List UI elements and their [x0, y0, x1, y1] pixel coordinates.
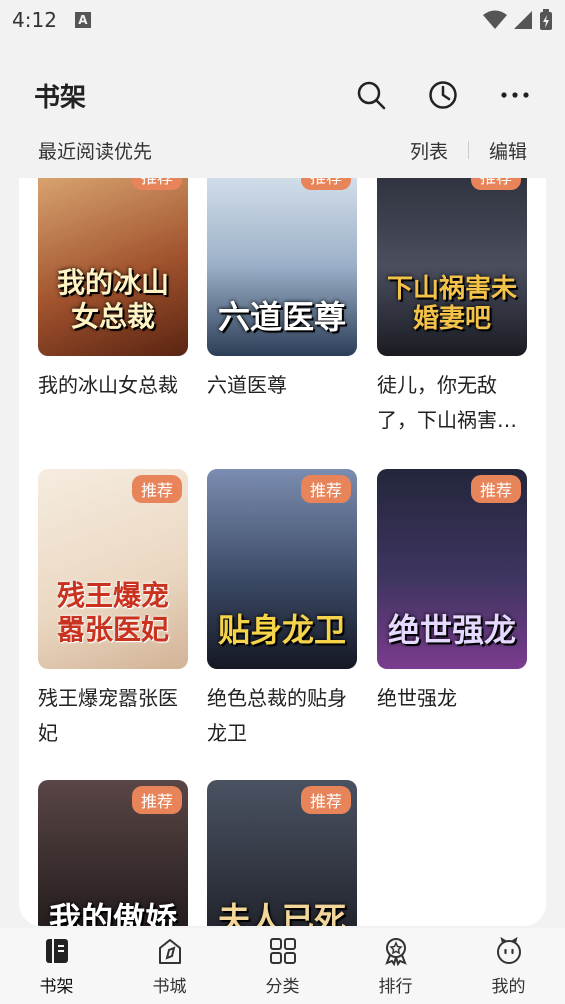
status-time: 4:12	[12, 8, 57, 32]
recommend-badge: 推荐	[300, 178, 351, 190]
recommend-badge: 推荐	[131, 178, 182, 190]
search-button[interactable]	[355, 79, 387, 111]
book-item[interactable]: 推荐 夫人已死	[207, 780, 357, 926]
book-title: 六道医尊	[207, 373, 287, 397]
book-title: 绝世强龙	[377, 686, 457, 710]
book-title: 徒儿，你无敌了，下山祸害未婚妻吧	[377, 373, 517, 432]
more-icon	[501, 92, 529, 98]
book-item[interactable]: 推荐 我的冰山女总裁 我的冰山女总裁	[38, 178, 188, 403]
notification-icon: A	[74, 12, 91, 28]
recommend-badge: 推荐	[470, 178, 521, 190]
cover-title: 残王爆宠嚣张医妃	[56, 579, 169, 646]
search-icon	[357, 81, 386, 110]
category-icon	[269, 937, 296, 964]
nav-label: 分类	[265, 976, 300, 997]
app-header: 书架	[0, 60, 565, 130]
book-cover[interactable]: 推荐 绝世强龙	[377, 469, 527, 669]
nav-label: 书架	[39, 976, 74, 997]
nav-label: 排行	[378, 976, 413, 997]
nav-bookstore[interactable]: 书城	[113, 928, 226, 1004]
nav-label: 书城	[152, 976, 187, 997]
status-icons	[483, 9, 553, 31]
cover-title: 我的傲娇	[48, 900, 177, 926]
book-item[interactable]: 推荐 绝世强龙 绝世强龙	[377, 469, 527, 716]
bookshelf-grid: 推荐 我的冰山女总裁 我的冰山女总裁 推荐 六道医尊 六道医尊 推荐 下山祸害未…	[19, 178, 546, 926]
book-item[interactable]: 推荐 下山祸害未婚妻吧 徒儿，你无敌了，下山祸害未婚妻吧	[377, 178, 527, 438]
cover-title: 六道医尊	[217, 298, 346, 336]
recommend-badge: 推荐	[300, 475, 351, 503]
history-button[interactable]	[427, 79, 459, 111]
recommend-badge: 推荐	[470, 475, 521, 503]
book-cover[interactable]: 推荐 下山祸害未婚妻吧	[377, 178, 527, 356]
cover-title: 绝世强龙	[387, 611, 516, 649]
nav-category[interactable]: 分类	[226, 928, 339, 1004]
sort-order-label[interactable]: 最近阅读优先	[38, 137, 152, 164]
signal-icon	[514, 11, 532, 29]
book-title: 残王爆宠嚣张医妃	[38, 686, 178, 745]
ranking-icon	[384, 937, 407, 966]
book-item[interactable]: 推荐 贴身龙卫 绝色总裁的贴身龙卫	[207, 469, 357, 751]
book-cover[interactable]: 推荐 我的傲娇	[38, 780, 188, 926]
book-cover[interactable]: 推荐 贴身龙卫	[207, 469, 357, 669]
more-button[interactable]	[499, 79, 531, 111]
cover-title: 夫人已死	[217, 900, 346, 926]
book-item[interactable]: 推荐 残王爆宠嚣张医妃 残王爆宠嚣张医妃	[38, 469, 188, 751]
nav-ranking[interactable]: 排行	[339, 928, 452, 1004]
clock-icon	[429, 81, 457, 109]
book-cover[interactable]: 推荐 残王爆宠嚣张医妃	[38, 469, 188, 669]
bookshelf-icon	[45, 938, 68, 963]
book-cover[interactable]: 推荐 六道医尊	[207, 178, 357, 356]
wifi-icon	[483, 10, 507, 29]
book-cover[interactable]: 推荐 我的冰山女总裁	[38, 178, 188, 356]
battery-icon	[540, 9, 552, 30]
list-view-button[interactable]: 列表	[410, 137, 448, 164]
cover-title: 我的冰山女总裁	[56, 266, 169, 333]
nav-profile[interactable]: 我的	[452, 928, 565, 1004]
divider	[467, 141, 469, 159]
recommend-badge: 推荐	[131, 475, 182, 503]
recommend-badge: 推荐	[300, 786, 351, 814]
book-cover[interactable]: 推荐 夫人已死	[207, 780, 357, 926]
book-title: 我的冰山女总裁	[38, 373, 178, 397]
recommend-badge: 推荐	[131, 786, 182, 814]
nav-bookshelf[interactable]: 书架	[0, 928, 113, 1004]
nav-label: 我的	[491, 976, 526, 997]
bottom-nav: 书架 书城 分类 排行 我的	[0, 928, 565, 1004]
book-title: 绝色总裁的贴身龙卫	[207, 686, 347, 745]
bookstore-icon	[158, 938, 181, 964]
cover-title: 贴身龙卫	[217, 611, 346, 649]
status-bar: 4:12 A	[0, 0, 565, 40]
profile-icon	[496, 936, 521, 964]
book-item[interactable]: 推荐 我的傲娇	[38, 780, 188, 926]
edit-button[interactable]: 编辑	[489, 137, 527, 164]
book-item[interactable]: 推荐 六道医尊 六道医尊	[207, 178, 357, 403]
page-title: 书架	[34, 82, 87, 113]
cover-title: 下山祸害未婚妻吧	[386, 274, 517, 334]
sort-bar: 最近阅读优先 列表 编辑	[0, 130, 565, 170]
